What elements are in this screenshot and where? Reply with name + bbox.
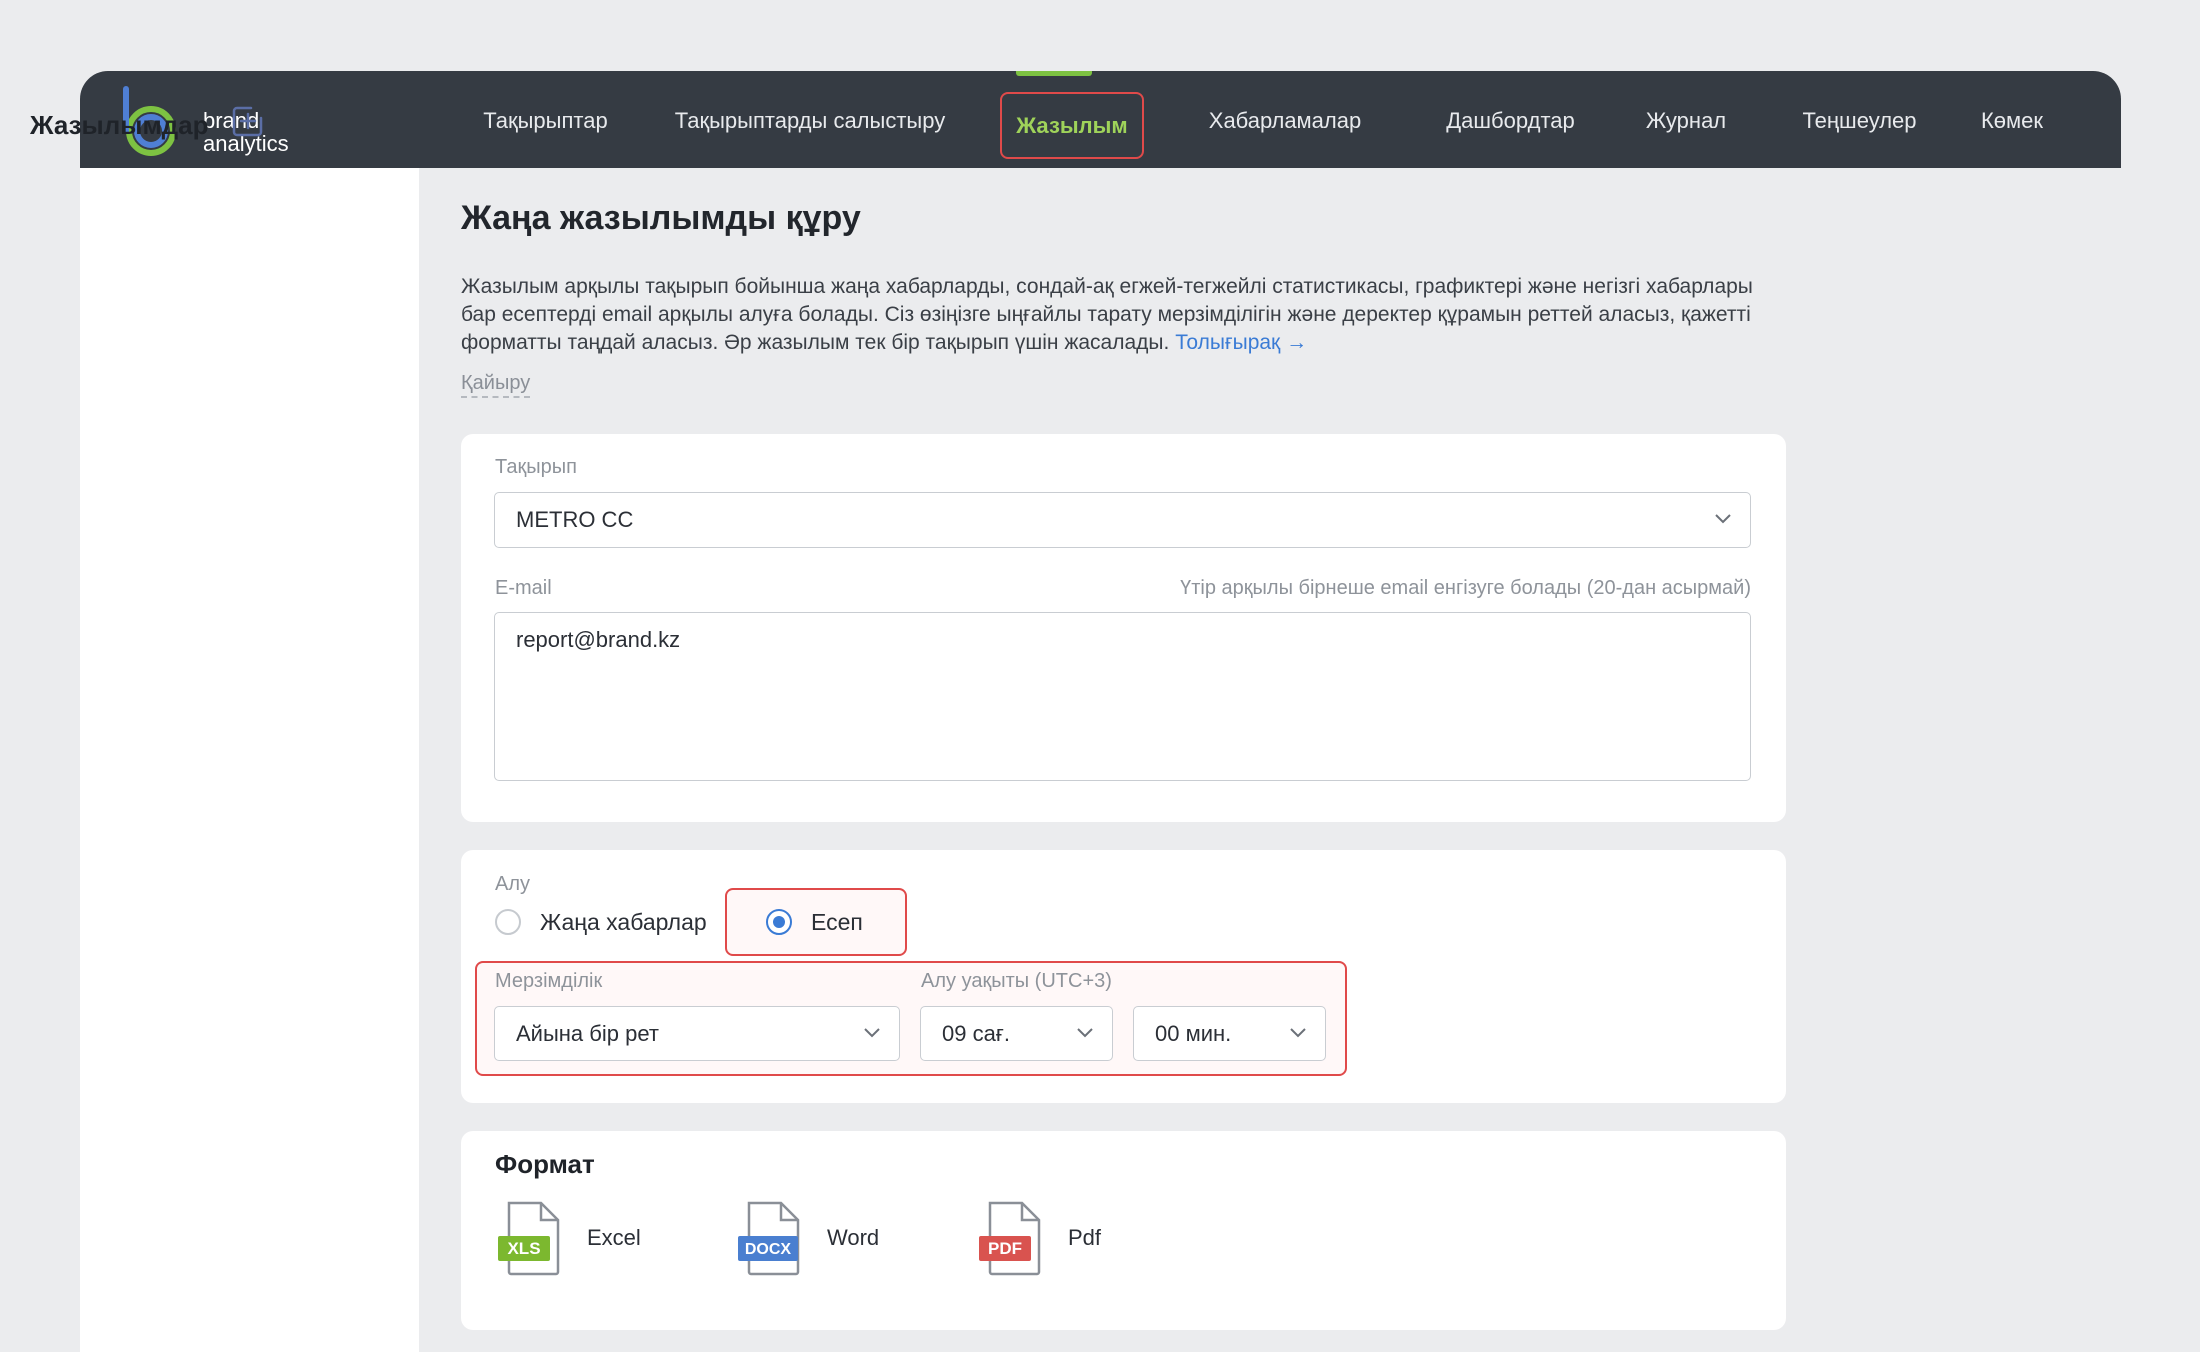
- nav-item-journal[interactable]: Журнал: [1620, 93, 1752, 149]
- add-subscription-button[interactable]: [231, 104, 265, 138]
- email-hint: Үтір арқылы бірнеше email енгізуге болад…: [1180, 577, 1751, 599]
- period-select-value: Айына бір рет: [516, 1020, 659, 1046]
- radio-new-messages[interactable]: Жаңа хабарлар: [495, 908, 707, 936]
- format-title: Формат: [495, 1149, 595, 1179]
- more-info-link[interactable]: Толығырақ →: [1175, 331, 1307, 354]
- format-word[interactable]: DOCX Word: [735, 1200, 879, 1276]
- nav-item-topic-comparison[interactable]: Тақырыптарды салыстыру: [663, 93, 957, 149]
- active-tab-indicator: [1016, 71, 1092, 76]
- sidebar: [80, 168, 420, 1352]
- nav-item-dashboards[interactable]: Дашбордтар: [1417, 93, 1604, 149]
- radio-new-messages-label: Жаңа хабарлар: [540, 908, 707, 935]
- docx-file-icon: DOCX: [738, 1201, 800, 1276]
- chevron-down-icon: [864, 1027, 880, 1037]
- format-excel[interactable]: XLS Excel: [495, 1200, 641, 1276]
- chevron-down-icon: [1715, 514, 1731, 524]
- receive-label: Алу: [495, 873, 531, 895]
- format-word-label: Word: [827, 1225, 880, 1250]
- page-description: Жазылым арқылы тақырып бойынша жаңа хаба…: [461, 273, 1791, 357]
- xls-file-icon: XLS: [498, 1201, 560, 1276]
- page-title: Жаңа жазылымды құру: [461, 199, 861, 237]
- topic-select[interactable]: METRO CC: [494, 492, 1751, 548]
- format-excel-label: Excel: [587, 1225, 641, 1250]
- radio-report-label: Есеп: [811, 908, 863, 935]
- format-pdf[interactable]: PDF Pdf: [976, 1200, 1101, 1276]
- period-select[interactable]: Айына бір рет: [494, 1006, 900, 1061]
- main-nav: Тақырыптар Тақырыптарды салыстыру Жазылы…: [80, 71, 2121, 168]
- minute-select-value: 00 мин.: [1155, 1020, 1232, 1046]
- minute-select[interactable]: 00 мин.: [1133, 1006, 1326, 1061]
- top-navbar: brand analytics Тақырыптар Тақырыптарды …: [80, 71, 2121, 168]
- sidebar-title: Жазылымдар: [30, 110, 209, 140]
- chevron-down-icon: [1290, 1027, 1306, 1037]
- chevron-down-icon: [1077, 1027, 1093, 1037]
- docx-badge: DOCX: [745, 1241, 792, 1258]
- hour-select-value: 09 сағ.: [942, 1020, 1010, 1046]
- format-card: [461, 1131, 1786, 1330]
- period-label: Мерзімділік: [495, 970, 603, 992]
- radio-report[interactable]: Есеп: [766, 908, 863, 936]
- radio-button-checked[interactable]: [766, 909, 792, 935]
- format-pdf-label: Pdf: [1068, 1225, 1102, 1250]
- topic-select-value: METRO CC: [516, 507, 634, 532]
- email-label: E-mail: [495, 577, 552, 599]
- time-label: Алу уақыты (UTC+3): [921, 970, 1112, 992]
- description-text: Жазылым арқылы тақырып бойынша жаңа хаба…: [461, 275, 1753, 354]
- pdf-badge: PDF: [988, 1239, 1022, 1258]
- hour-select[interactable]: 09 сағ.: [920, 1006, 1113, 1061]
- nav-item-topics[interactable]: Тақырыптар: [465, 93, 626, 149]
- email-field[interactable]: report@brand.kz: [494, 612, 1751, 781]
- xls-badge: XLS: [507, 1239, 540, 1258]
- topic-label: Тақырып: [495, 456, 577, 478]
- nav-item-settings[interactable]: Теңшеулер: [1777, 93, 1942, 149]
- nav-item-subscription[interactable]: Жазылым: [1000, 92, 1144, 159]
- back-link[interactable]: Қайыру: [461, 372, 531, 398]
- radio-button[interactable]: [495, 909, 521, 935]
- nav-item-messages[interactable]: Хабарламалар: [1185, 93, 1385, 149]
- pdf-file-icon: PDF: [979, 1201, 1041, 1276]
- nav-item-help[interactable]: Көмек: [1958, 93, 2066, 149]
- add-square-icon: [232, 106, 263, 137]
